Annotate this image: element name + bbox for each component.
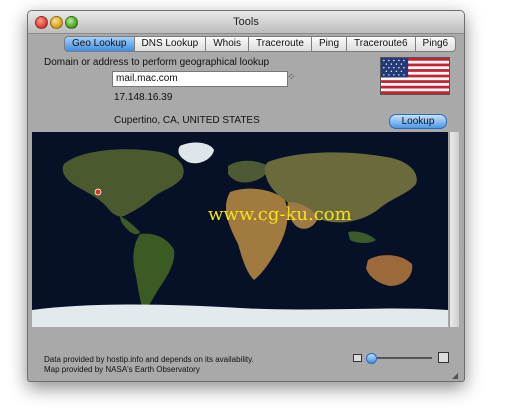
tab-ping[interactable]: Ping — [311, 36, 347, 52]
zoom-out-icon[interactable] — [353, 354, 362, 362]
progress-spinner-icon: ⁘ — [287, 72, 296, 83]
zoom-in-icon[interactable] — [438, 352, 449, 363]
tab-whois[interactable]: Whois — [206, 36, 249, 52]
tab-dns-lookup[interactable]: DNS Lookup — [134, 36, 207, 52]
map-scrollbar[interactable] — [449, 132, 459, 327]
lookup-prompt: Domain or address to perform geographica… — [44, 57, 270, 68]
resize-handle-icon[interactable]: ◢ — [452, 371, 462, 380]
ip-address: 17.148.16.39 — [114, 92, 173, 103]
world-map[interactable] — [32, 132, 448, 327]
world-map-image — [32, 132, 448, 327]
tab-bar: Geo Lookup DNS Lookup Whois Traceroute P… — [64, 36, 457, 52]
address-input[interactable]: mail.mac.com — [112, 71, 288, 87]
zoom-slider-knob[interactable] — [366, 353, 377, 364]
window-title: Tools — [233, 16, 259, 28]
tab-traceroute[interactable]: Traceroute — [249, 36, 312, 52]
us-flag-icon — [380, 57, 450, 95]
tools-window: Tools Geo Lookup DNS Lookup Whois Tracer… — [27, 10, 465, 382]
location-text: Cupertino, CA, UNITED STATES — [114, 115, 260, 126]
lookup-button[interactable]: Lookup — [389, 114, 447, 129]
title-bar[interactable]: Tools — [28, 11, 464, 34]
footer-data-credit: Data provided by hostip.info and depends… — [44, 355, 254, 364]
footer-map-credit: Map provided by NASA's Earth Observatory — [44, 365, 200, 374]
tab-ping6[interactable]: Ping6 — [415, 36, 457, 52]
watermark-text: www.cg-ku.com — [208, 204, 352, 225]
location-marker-icon — [94, 188, 102, 196]
tab-geo-lookup[interactable]: Geo Lookup — [64, 36, 135, 52]
zoom-slider-track[interactable] — [368, 357, 432, 359]
tab-traceroute6[interactable]: Traceroute6 — [347, 36, 416, 52]
